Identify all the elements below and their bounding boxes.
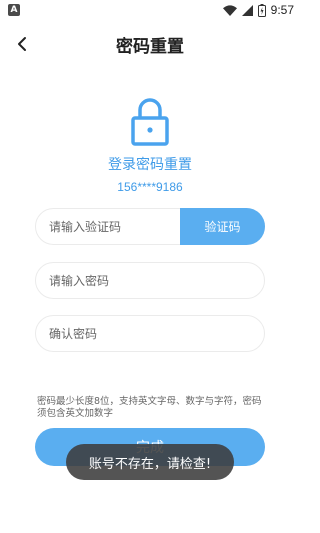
reset-heading: 登录密码重置 <box>108 157 192 173</box>
status-icons: 9:57 <box>222 2 294 18</box>
confirm-password-field <box>35 315 265 352</box>
masked-phone: 156****9186 <box>117 180 183 194</box>
wifi-icon <box>222 4 237 16</box>
password-rule-hint: 密码最少长度8位，支持英文字母、数字与字符，密码须包含英文加数字 <box>37 396 262 419</box>
status-time: 9:57 <box>270 3 294 17</box>
page-title: 密码重置 <box>116 37 184 57</box>
code-input[interactable] <box>49 209 179 244</box>
code-field: 验证码 <box>35 208 265 245</box>
error-toast: 账号不存在，请检查! <box>66 444 234 480</box>
password-input[interactable] <box>49 263 249 298</box>
title-bar: 密码重置 <box>0 22 300 66</box>
battery-icon <box>257 3 266 17</box>
confirm-password-input[interactable] <box>49 316 249 351</box>
lock-icon <box>128 96 172 146</box>
signal-icon <box>241 4 253 16</box>
notification-badge: A <box>8 4 20 16</box>
password-field <box>35 262 265 299</box>
get-code-button[interactable]: 验证码 <box>180 208 265 245</box>
status-bar: A 9:57 <box>0 0 300 20</box>
